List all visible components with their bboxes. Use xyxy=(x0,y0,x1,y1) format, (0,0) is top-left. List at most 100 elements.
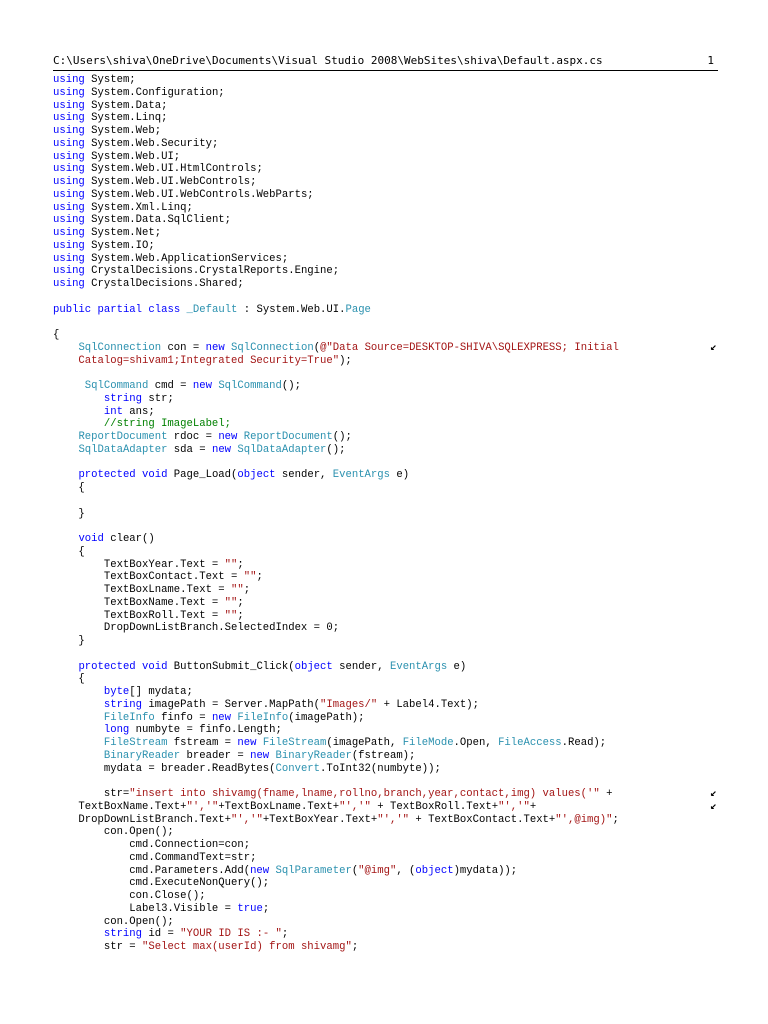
code-line: mydata = breader.ReadBytes(Convert.ToInt… xyxy=(53,763,733,776)
code-token: )mydata)); xyxy=(453,864,518,877)
code-line: using System.Data; xyxy=(53,100,733,113)
code-token: @"Data Source=DESKTOP-SHIVA\SQLEXPRESS; … xyxy=(320,341,619,354)
code-line: { xyxy=(53,329,733,342)
code-token: .ToInt32(numbyte)); xyxy=(320,762,441,775)
code-token: +TextBoxLname.Text+ xyxy=(218,800,340,813)
code-line: TextBoxLname.Text = ""; xyxy=(53,584,733,597)
code-line: } xyxy=(53,635,733,648)
code-token: sender, xyxy=(275,469,333,482)
code-token: System.Web.ApplicationServices; xyxy=(84,252,289,265)
code-line: cmd.Connection=con; xyxy=(53,839,733,852)
code-token: [] mydata; xyxy=(129,686,193,698)
code-token: new xyxy=(237,737,257,749)
code-line: using System.Data.SqlClient; xyxy=(53,214,733,227)
code-token: .Read); xyxy=(561,737,607,749)
document-header: C:\Users\shiva\OneDrive\Documents\Visual… xyxy=(53,54,718,71)
code-token: Catalog=shivam1;Integrated Security=True… xyxy=(53,354,340,367)
code-line: } xyxy=(53,508,733,521)
code-line: { xyxy=(53,546,733,559)
code-token: ; xyxy=(237,596,244,609)
code-line: FileStream fstream = new FileStream(imag… xyxy=(53,737,733,750)
code-token: TextBoxYear.Text = xyxy=(53,558,225,571)
code-line: FileInfo finfo = new FileInfo(imagePath)… xyxy=(53,712,733,725)
code-line: using System.Xml.Linq; xyxy=(53,202,733,215)
code-token: new xyxy=(192,380,212,392)
code-token: } xyxy=(53,635,85,647)
code-token: TextBoxName.Text = xyxy=(53,596,225,609)
code-token: e) xyxy=(389,469,410,482)
code-token: ); xyxy=(339,354,352,367)
code-line: cmd.ExecuteNonQuery(); xyxy=(53,877,733,890)
code-token: System.IO; xyxy=(84,239,155,252)
code-line: SqlDataAdapter sda = new SqlDataAdapter(… xyxy=(53,444,733,457)
code-token: id = xyxy=(142,928,181,941)
code-line: con.Open(); xyxy=(53,916,733,929)
code-line: { xyxy=(53,673,733,686)
code-token: +TextBoxYear.Text+ xyxy=(262,813,378,826)
code-token: SqlCommand xyxy=(84,380,149,392)
code-line: { xyxy=(53,482,733,495)
code-token: System.Web.Security; xyxy=(84,137,219,150)
code-token: ; xyxy=(237,609,244,622)
code-token: str = xyxy=(53,941,143,953)
code-token: FileMode xyxy=(402,737,454,749)
code-token: rdoc = xyxy=(167,431,219,443)
code-token: //string ImageLabel; xyxy=(103,418,232,431)
code-token: TextBoxRoll.Text = xyxy=(53,609,225,622)
code-token: using xyxy=(53,214,85,227)
code-token: using xyxy=(53,252,85,265)
code-line: TextBoxName.Text+"','"+TextBoxLname.Text… xyxy=(53,801,733,814)
code-token: new xyxy=(205,341,225,354)
code-token: System.Web; xyxy=(84,125,162,137)
code-token: "YOUR ID IS :- " xyxy=(180,928,282,941)
code-token: System.Xml.Linq; xyxy=(84,201,193,214)
code-line: protected void Page_Load(object sender, … xyxy=(53,469,733,482)
code-token: string xyxy=(103,928,143,941)
code-line: SqlCommand cmd = new SqlCommand(); xyxy=(53,380,733,393)
code-token: cmd.Connection=con; xyxy=(53,839,251,851)
code-token: "','" xyxy=(186,800,219,813)
code-line: using System.Web; xyxy=(53,125,733,138)
code-line: con.Open(); xyxy=(53,826,733,839)
line-wrap-arrow-icon: ↙ xyxy=(710,788,717,800)
code-token: byte xyxy=(103,686,130,698)
code-token: using xyxy=(53,137,85,150)
code-token: (); xyxy=(332,431,352,443)
code-token: SqlCommand xyxy=(218,380,282,392)
code-token: mydata = breader.ReadBytes( xyxy=(53,762,276,775)
code-token: System.Web.UI.WebControls.WebParts; xyxy=(84,188,314,201)
code-line: using CrystalDecisions.CrystalReports.En… xyxy=(53,265,733,278)
code-token: System.Web.UI; xyxy=(84,150,181,163)
code-token: new xyxy=(250,749,270,762)
code-line: using System.Configuration; xyxy=(53,87,733,100)
code-line: using System.IO; xyxy=(53,240,733,253)
code-line: con.Close(); xyxy=(53,890,733,903)
code-line: using CrystalDecisions.Shared; xyxy=(53,278,733,291)
code-token: object xyxy=(294,660,333,673)
code-token: (); xyxy=(326,443,346,456)
code-token: EventArgs xyxy=(332,469,390,482)
code-token: using xyxy=(53,278,85,290)
code-token: "','" xyxy=(377,813,410,826)
code-token: ButtonSubmit_Click( xyxy=(167,660,295,673)
code-token: ReportDocument xyxy=(243,431,333,443)
code-token: ReportDocument xyxy=(78,431,168,443)
code-line: using System.Web.UI.WebControls; xyxy=(53,176,733,189)
code-token: Label3.Visible = xyxy=(53,902,238,915)
code-token: protected xyxy=(78,660,136,673)
code-token: + xyxy=(529,800,537,813)
code-line: str="insert into shivamg(fname,lname,rol… xyxy=(53,788,733,801)
code-token: object xyxy=(415,864,454,877)
code-line: BinaryReader breader = new BinaryReader(… xyxy=(53,750,733,763)
code-token: cmd.CommandText=str; xyxy=(53,851,257,864)
code-line: DropDownListBranch.SelectedIndex = 0; xyxy=(53,622,733,635)
code-token: CrystalDecisions.CrystalReports.Engine; xyxy=(84,265,340,278)
